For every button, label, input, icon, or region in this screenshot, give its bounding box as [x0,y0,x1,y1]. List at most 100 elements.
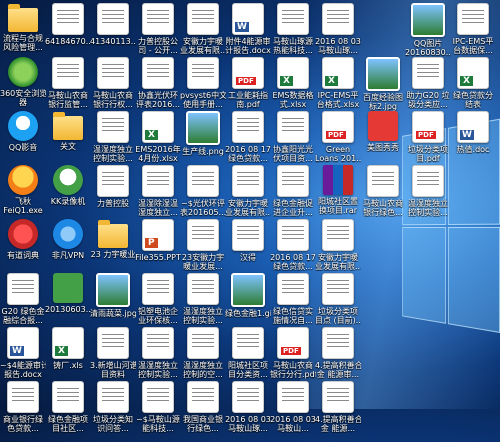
icon-label: 协鑫光伏环 [138,91,178,100]
word-icon [232,3,264,35]
icon-label-line2: 器 [19,98,27,107]
desktop-icon-83[interactable]: 2016 08 03 马鞍山琢... [225,378,271,442]
doc-icon [277,273,309,305]
icon-label: 安徽力宇暖 [183,37,223,46]
doc-icon [322,327,354,359]
doc-icon [322,273,354,305]
icon-label: 美图秀秀 [367,143,399,152]
doc-icon [457,3,489,35]
icon-label: KK录像机 [50,197,86,206]
icon-label: 百度经验图 [363,93,403,102]
icon-label: 力普控股 [97,199,129,208]
desktop-icon-84[interactable]: 2016 08 03 马鞍山... [270,378,316,442]
icon-label: 3.新增山河谱 [90,361,136,370]
green-icon [53,273,83,303]
icon-label-line2: 能科技... [142,424,174,433]
doc-icon [97,381,129,413]
doc-icon [142,57,174,89]
icon-label: 温湿度独立 [408,199,448,208]
icon-label: 2016 08 03 [225,415,271,424]
xls-icon [457,57,489,89]
icon-label: 温湿度独立 [183,361,223,370]
icon-label: 汉得 [240,253,256,262]
xls-icon [322,57,354,89]
icon-label-line2: 马鞍山琢... [228,424,268,433]
doc-icon [322,3,354,35]
img-icon [411,3,445,37]
doc-icon [277,381,309,413]
icon-label: 非凡VPN [51,251,85,260]
xls-icon [142,111,174,143]
doc-icon [187,57,219,89]
folder-icon [53,112,83,140]
icon-label: ~$光伏环评 [181,199,225,208]
doc-icon [7,273,39,305]
icon-label: 马鞍山农商 [93,91,133,100]
icon-label: 绿色金融1.gif [225,309,271,318]
icon-label: 流程与合规 [3,34,43,43]
doc-icon [232,219,264,251]
icon-label: 温湿除湿温 [138,199,178,208]
doc-icon [187,3,219,35]
icon-label: 铝塑电池企 [138,307,178,316]
icon-label-line2: 行绿色... [187,424,219,433]
desktop-icon-80[interactable]: 垃圾分类知 识问答... [90,378,136,442]
desktop-icon-43[interactable]: 温湿度独立 控制实验... [405,162,451,226]
folder-icon [8,4,38,32]
desktop-icon-78[interactable]: 商业银行绿 色贷款... [0,378,46,442]
icon-label: 垃圾分类项 [318,307,358,316]
icon-label: 马鞍山农商 [273,361,313,370]
doc-icon [277,219,309,251]
desktop-icon-82[interactable]: 我国商业银 行绿色... [180,378,226,442]
icon-label: 飞秋 [15,197,31,206]
app360-icon [8,57,38,87]
icon-label: 生产线.png [182,147,224,156]
doc-icon [277,3,309,35]
feiq-icon [8,165,38,195]
doc-icon [97,3,129,35]
desktop-icon-85[interactable]: 4.提高积善合金 能源... [315,378,361,442]
doc-icon [232,381,264,413]
doc-icon [277,165,309,197]
doc-icon [142,3,174,35]
desktop-icon-79[interactable]: 绿色金融项 目社区... [45,378,91,442]
icon-label: 力普控股公 [138,37,178,46]
desktop-icon-33[interactable]: 热值.doc [450,108,496,172]
icon-label-line2: 识问答... [97,424,129,433]
icon-label: 阳城社区项 [228,361,268,370]
icon-label: 协鑫阳光光 [273,145,313,154]
icon-label: QQ图片 [413,39,443,48]
icon-label: ~$马鞍山源 [136,415,180,424]
icon-label: 2016 08 03 [270,415,316,424]
icon-label: 20130603... [45,305,91,314]
icon-label: 安徽力宇暖 [318,253,358,262]
icon-label-line2: 控制实验... [408,208,448,217]
doc-icon [322,381,354,413]
doc-icon [277,111,309,143]
icon-label: 助力G20 垃 [406,91,450,100]
icon-label: 工业能耗指 [228,91,268,100]
icon-label: 附件4能源审 [225,37,271,46]
desktop-icon-81[interactable]: ~$马鞍山源 能科技... [135,378,181,442]
icon-label: 2016 08 17 [270,253,316,262]
icon-label: 绿色金融项 [48,415,88,424]
icon-label: 360安全浏览 [0,89,46,98]
icon-label-line2: FeiQ1.exe [3,206,43,215]
icon-label: 马鞍山琢源 [273,37,313,46]
youdao-icon [8,219,38,249]
xls-icon [277,57,309,89]
img-icon [186,111,220,145]
pdf-icon [322,111,354,143]
icon-label: 垃圾分类项 [408,145,448,154]
doc-icon [187,165,219,197]
icon-label: 绿色金融促 [273,199,313,208]
doc-icon [52,57,84,89]
icon-label: IPC-EMS平 [317,91,359,100]
doc-icon [97,327,129,359]
icon-label: 热值.doc [456,145,490,154]
icon-label: QQ影音 [8,143,38,152]
icon-label: 4.提高积善合 [315,361,361,370]
icon-label: File355.PPT [135,253,181,262]
desktop-icon-42[interactable]: 马鞍山农商 银行绿色... [360,162,406,226]
word-icon [7,327,39,359]
